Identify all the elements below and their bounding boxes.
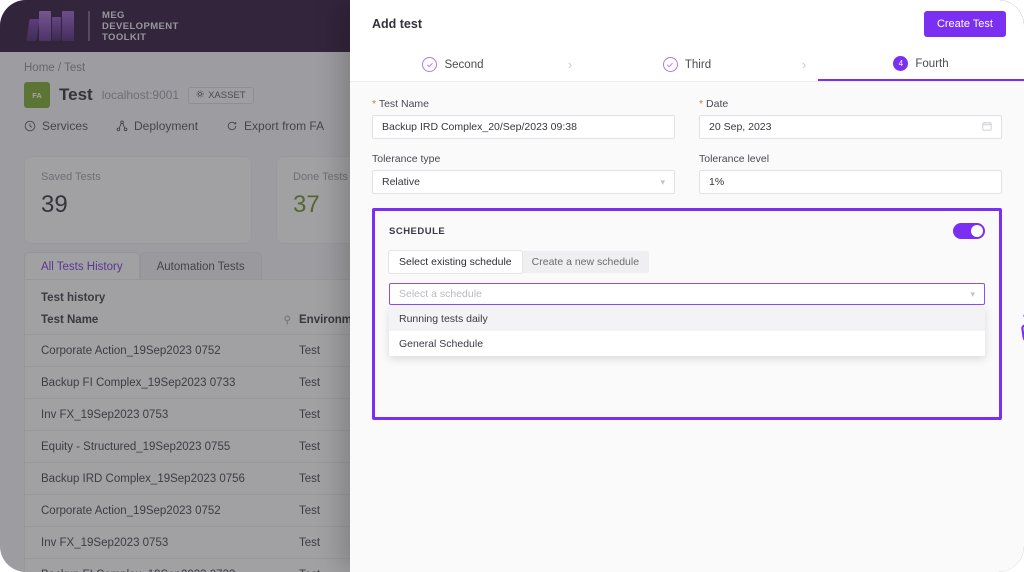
add-test-modal: Add test Create Test Second › Third › 4 … (350, 0, 1024, 572)
form-row-2: Tolerance type Relative ▾ Tolerance leve… (372, 153, 1002, 194)
chevron-down-icon[interactable]: ▾ (660, 177, 665, 188)
field-test-name: * Test Name Backup IRD Complex_20/Sep/20… (372, 98, 675, 139)
input-value: 20 Sep, 2023 (709, 121, 772, 133)
chevron-down-icon[interactable]: ▾ (970, 289, 975, 300)
date-input[interactable]: 20 Sep, 2023 (699, 115, 1002, 139)
modal-header: Add test Create Test (350, 0, 1024, 48)
step-label: Second (444, 58, 484, 71)
input-value: Backup IRD Complex_20/Sep/2023 09:38 (382, 121, 577, 133)
create-test-button[interactable]: Create Test (923, 11, 1006, 37)
modal-title: Add test (372, 17, 422, 31)
field-label: Tolerance type (372, 153, 441, 165)
chevron-right-icon: › (567, 57, 573, 72)
field-label: * Date (699, 98, 1002, 110)
step-third[interactable]: Third (584, 48, 790, 81)
field-date: * Date 20 Sep, 2023 (699, 98, 1002, 139)
tolerance-type-select[interactable]: Relative ▾ (372, 170, 675, 194)
select-placeholder: Select a schedule (399, 288, 482, 300)
schedule-section: SCHEDULE Select existing schedule Create… (372, 208, 1002, 420)
modal-body: * Test Name Backup IRD Complex_20/Sep/20… (350, 82, 1024, 194)
label-text: Date (706, 98, 729, 110)
step-second[interactable]: Second (350, 48, 556, 81)
pointing-hand-cursor (1014, 311, 1024, 345)
step-fourth[interactable]: 4 Fourth (818, 48, 1024, 81)
chevron-right-icon: › (801, 57, 807, 72)
field-tolerance-level: Tolerance level 1% (699, 153, 1002, 194)
field-label: Tolerance level (699, 153, 770, 165)
schedule-header: SCHEDULE (389, 223, 985, 239)
dropdown-option-general-schedule[interactable]: General Schedule (389, 331, 985, 356)
test-name-input[interactable]: Backup IRD Complex_20/Sep/2023 09:38 (372, 115, 675, 139)
segment-create-new-schedule[interactable]: Create a new schedule (522, 251, 649, 273)
wizard-stepper: Second › Third › 4 Fourth (350, 48, 1024, 82)
required-marker: * (372, 98, 377, 110)
input-value: 1% (709, 176, 725, 188)
form-row-1: * Test Name Backup IRD Complex_20/Sep/20… (372, 98, 1002, 139)
required-marker: * (699, 98, 704, 110)
check-icon (662, 57, 678, 72)
schedule-dropdown-list: Running tests daily General Schedule (389, 306, 985, 356)
check-icon (422, 57, 438, 72)
label-text: Test Name (378, 98, 430, 110)
segment-select-existing-schedule[interactable]: Select existing schedule (389, 251, 522, 273)
schedule-mode-segmented-control: Select existing schedule Create a new sc… (389, 251, 650, 273)
tolerance-level-input[interactable]: 1% (699, 170, 1002, 194)
calendar-icon[interactable] (982, 121, 992, 134)
schedule-title: SCHEDULE (389, 225, 446, 237)
step-label: Third (684, 58, 712, 71)
step-number-badge: 4 (893, 56, 909, 71)
toggle-knob (971, 225, 983, 237)
dropdown-option-running-tests-daily[interactable]: Running tests daily (389, 306, 985, 331)
schedule-toggle[interactable] (953, 223, 985, 239)
schedule-select[interactable]: Select a schedule ▾ (389, 283, 985, 305)
field-tolerance-type: Tolerance type Relative ▾ (372, 153, 675, 194)
screenshot-root: MEG DEVELOPMENT TOOLKIT Home / Test FA T… (0, 0, 1024, 572)
select-value: Relative (382, 176, 420, 188)
step-label: Fourth (915, 57, 949, 70)
field-label: * Test Name (372, 98, 675, 110)
